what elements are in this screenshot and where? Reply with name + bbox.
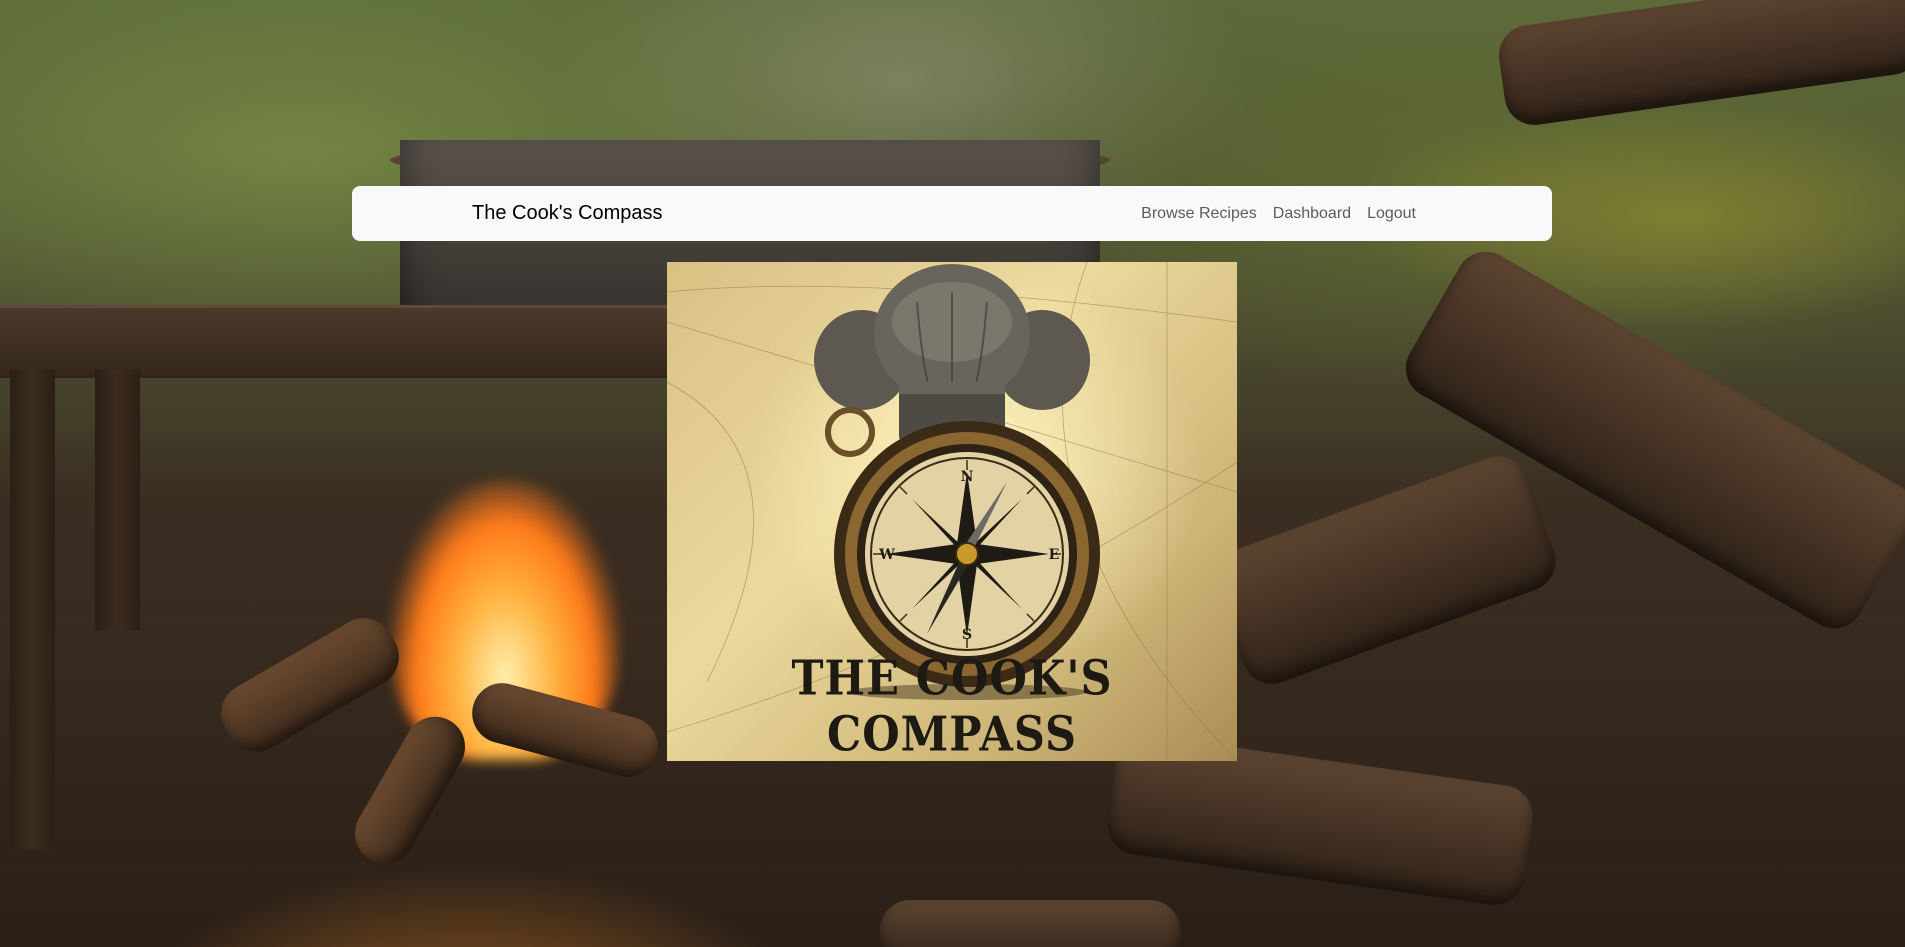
table-leg — [95, 370, 140, 630]
brand-link[interactable]: The Cook's Compass — [472, 202, 663, 225]
stacked-log — [880, 900, 1180, 947]
logo-image: N S E W THE COOK'S COMPASS — [667, 262, 1237, 761]
wooden-table — [0, 305, 700, 378]
nav-dashboard-link[interactable]: Dashboard — [1265, 205, 1359, 223]
compass-south-label: S — [962, 627, 972, 643]
nav-browse-recipes-link[interactable]: Browse Recipes — [1133, 205, 1265, 223]
compass-east-label: E — [1049, 547, 1060, 563]
page: The Cook's Compass Browse Recipes Dashbo… — [0, 0, 1905, 947]
nav-links: Browse Recipes Dashboard Logout — [1133, 205, 1424, 223]
navbar: The Cook's Compass Browse Recipes Dashbo… — [352, 186, 1552, 241]
compass-west-label: W — [878, 547, 895, 563]
logo-title: THE COOK'S COMPASS — [791, 651, 1113, 761]
nav-logout-link[interactable]: Logout — [1359, 205, 1424, 223]
compass-north-label: N — [961, 469, 974, 485]
table-leg — [10, 370, 55, 850]
